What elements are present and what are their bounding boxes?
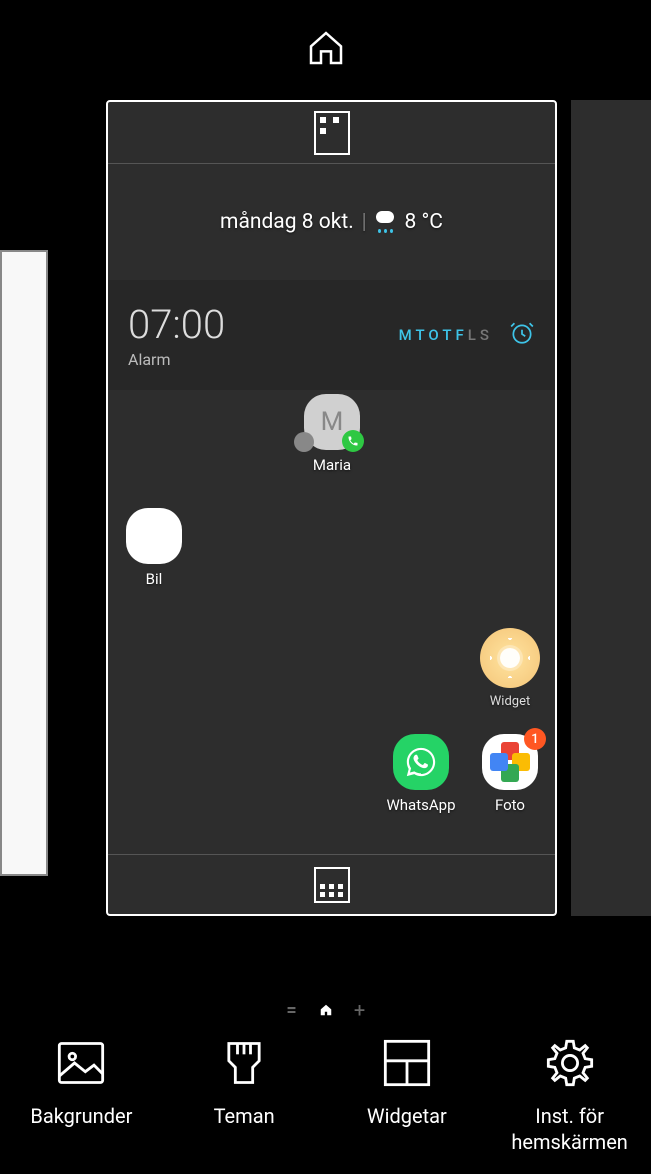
business-icon (314, 111, 350, 155)
week-days: MTOTFLS (399, 326, 493, 344)
preview-dock-zone (108, 854, 555, 914)
home-icon (306, 28, 346, 72)
alarm-days-row: MTOTFLS (399, 320, 535, 350)
alarm-label: Alarm (128, 350, 225, 369)
whatsapp-icon (393, 734, 449, 790)
app-label: Foto (495, 796, 525, 814)
sun-icon (480, 628, 540, 688)
toolbar-label: Widgetar (367, 1103, 447, 1129)
contact-maria[interactable]: M Maria (288, 394, 376, 474)
app-label: WhatsApp (386, 796, 455, 814)
bottom-toolbar: Bakgrunder Teman Widgetar (0, 1029, 651, 1174)
page-indicators: = + (0, 990, 651, 1030)
left-page-peek[interactable] (0, 250, 48, 876)
phone-badge-icon (342, 430, 364, 452)
alarm-info: 07:00 Alarm (128, 301, 225, 369)
folder-bil[interactable]: Bil (110, 508, 198, 588)
page-indicator-1[interactable]: = (285, 1003, 299, 1017)
app-foto[interactable]: 1 Foto (466, 734, 554, 814)
app-grid: M Maria Bil Widget (108, 390, 555, 854)
notification-badge: 1 (524, 728, 546, 750)
weather-icon (374, 211, 396, 233)
app-whatsapp[interactable]: WhatsApp (377, 734, 465, 814)
right-page-peek[interactable] (571, 100, 651, 916)
app-label: Widget (490, 694, 530, 709)
themes-icon (218, 1037, 270, 1089)
toolbar-label: Inst. för hemskärmen (492, 1103, 647, 1155)
wallpapers-button[interactable]: Bakgrunder (4, 1037, 159, 1129)
widgets-button[interactable]: Widgetar (329, 1037, 484, 1129)
pages-container: måndag 8 okt. | 8 °C 07:00 Alarm MTOTFLS (0, 100, 651, 962)
contact-initial: M (321, 407, 344, 437)
divider: | (362, 210, 367, 234)
gear-icon (544, 1037, 596, 1089)
date-text: måndag 8 okt. (220, 210, 354, 234)
toolbar-label: Teman (214, 1103, 275, 1129)
wallpapers-icon (55, 1037, 107, 1089)
page-indicator-home[interactable] (319, 1003, 333, 1017)
app-drawer-icon[interactable] (314, 867, 350, 903)
alarm-widget[interactable]: 07:00 Alarm MTOTFLS (108, 280, 555, 390)
themes-button[interactable]: Teman (167, 1037, 322, 1129)
alarm-time: 07:00 (128, 301, 225, 348)
app-label: Bil (146, 570, 163, 588)
brightness-widget[interactable]: Widget (466, 628, 554, 709)
sim-badge-icon (294, 432, 314, 452)
clock-icon (509, 320, 535, 350)
app-label: Maria (313, 456, 351, 474)
widgets-icon (381, 1037, 433, 1089)
date-weather-widget[interactable]: måndag 8 okt. | 8 °C (108, 164, 555, 280)
temperature-text: 8 °C (404, 210, 443, 234)
folder-icon (126, 508, 182, 564)
header (0, 0, 651, 100)
homescreen-settings-button[interactable]: Inst. för hemskärmen (492, 1037, 647, 1155)
home-page-preview[interactable]: måndag 8 okt. | 8 °C 07:00 Alarm MTOTFLS (106, 100, 557, 916)
preview-status-zone (108, 102, 555, 164)
toolbar-label: Bakgrunder (30, 1103, 132, 1129)
add-page-button[interactable]: + (353, 1003, 367, 1017)
contact-avatar: M (304, 394, 360, 450)
